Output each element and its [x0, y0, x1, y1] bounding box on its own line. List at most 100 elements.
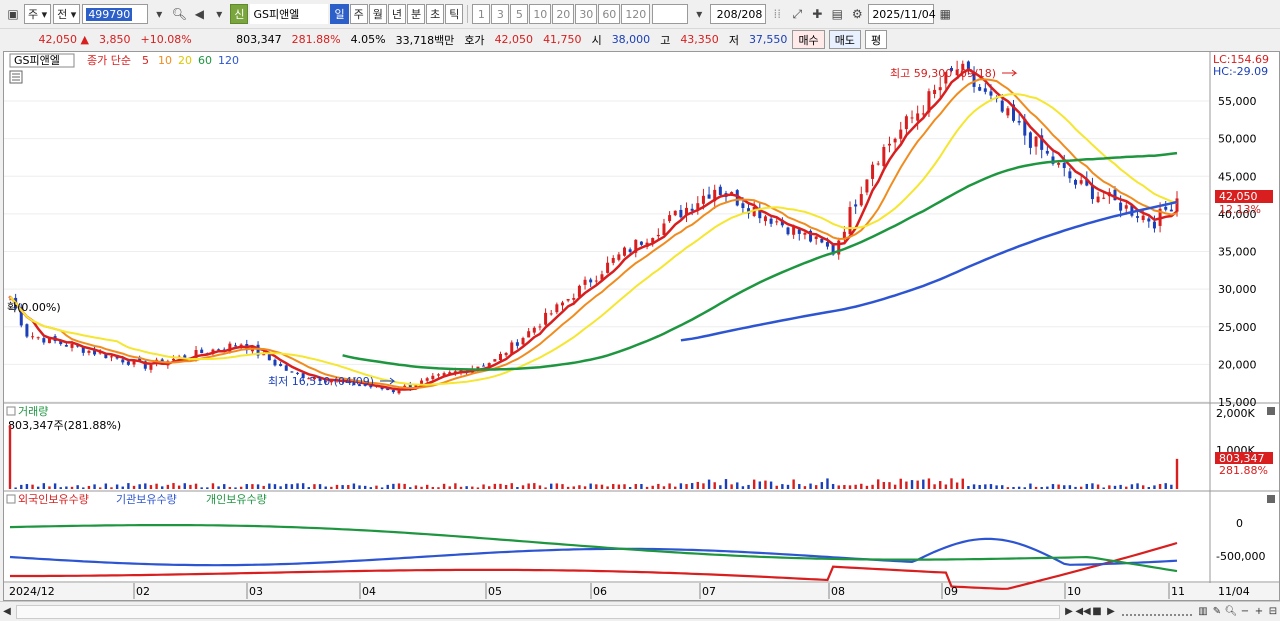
candle-body	[1141, 215, 1145, 220]
volume-bar	[70, 486, 74, 489]
zoom-icon[interactable]: 🔍︎	[1224, 604, 1238, 620]
dots-icon[interactable]: ⁞⁞	[768, 4, 786, 24]
low-label: 저	[728, 33, 739, 47]
timeframe-tab-5[interactable]: 초	[426, 4, 445, 24]
interval-buttons: 1 3 5 10 20 30 60 120	[472, 4, 651, 24]
timeframe-tab-0[interactable]: 일	[330, 4, 349, 24]
volume-bar	[1158, 484, 1162, 489]
count-field[interactable]: 208/208	[710, 4, 767, 24]
volume-bar	[617, 484, 621, 489]
crosshair-icon[interactable]: ✚	[808, 4, 826, 24]
chart-area[interactable]: GS피앤엘 종가 단순 5 10 20 60 120 LC:154.69 HC:…	[3, 51, 1280, 601]
interval-btn-30[interactable]: 30	[575, 4, 598, 24]
chart-type-icon[interactable]: ▥	[1196, 604, 1210, 620]
chart-scrollbar[interactable]: ◀ ▶ ◀◀ ■ ▶ ▥ ✎ 🔍︎ − + ⊟	[0, 601, 1280, 621]
volume-bar	[25, 484, 29, 489]
candle-body	[521, 338, 525, 345]
minus-icon[interactable]: −	[1238, 604, 1252, 620]
x-axis-label: 05	[488, 585, 502, 598]
period-select[interactable]: 주 ▾	[24, 4, 52, 24]
volume-bar	[448, 486, 451, 489]
save-icon[interactable]: ▤	[828, 4, 846, 24]
timeframe-tab-3[interactable]: 년	[387, 4, 406, 24]
volume-bar	[916, 480, 919, 489]
volume-bar	[127, 483, 130, 489]
interval-btn-1[interactable]: 1	[472, 4, 491, 24]
volume-bar	[459, 486, 463, 489]
pen-icon[interactable]: ✎	[1210, 604, 1224, 620]
zoom-slider[interactable]	[1122, 608, 1192, 616]
volume-bar	[476, 487, 480, 489]
volume-bar	[1096, 484, 1100, 489]
stock-code-input[interactable]: 499790	[82, 4, 149, 24]
timeframe-tab-1[interactable]: 주	[349, 4, 368, 24]
search-icon[interactable]: 🔍︎	[170, 4, 188, 24]
candle-body	[1074, 179, 1078, 185]
gear-icon[interactable]: ⚙	[848, 4, 866, 24]
market-select[interactable]: 전 ▾	[53, 4, 81, 24]
date-field[interactable]: 2025/11/04	[868, 4, 936, 24]
stock-name-field[interactable]: GS피앤엘	[250, 4, 329, 24]
dropdown-arrow-icon[interactable]: ▾	[150, 4, 168, 24]
sell-button[interactable]: 매도	[828, 30, 861, 49]
volume-bar	[1091, 483, 1094, 489]
interval-custom-input[interactable]	[652, 4, 689, 24]
collapse-icon[interactable]: ⊟	[1266, 604, 1280, 620]
calendar-icon[interactable]: ▦	[936, 4, 954, 24]
volume-bar	[363, 485, 367, 489]
volume-bar	[679, 483, 683, 489]
volume-bar	[538, 485, 542, 489]
window-icon[interactable]: ▣	[4, 4, 22, 24]
volume-bar	[899, 478, 902, 489]
candle-body	[36, 337, 40, 339]
volume-bar	[645, 486, 649, 489]
candle-body	[662, 223, 666, 235]
interval-btn-5[interactable]: 5	[510, 4, 529, 24]
timeframe-tab-6[interactable]: 틱	[445, 4, 464, 24]
volume-bar	[612, 484, 615, 489]
buy-button[interactable]: 매수	[792, 30, 825, 49]
candle-body	[707, 194, 711, 199]
volume-bar	[561, 484, 564, 489]
plus-icon[interactable]: +	[1252, 604, 1266, 620]
x-axis-label: 02	[136, 585, 150, 598]
ask-price: 42,050	[494, 33, 534, 46]
speaker-icon[interactable]: ◀︎	[190, 4, 208, 24]
volume-bar	[318, 484, 322, 489]
volume-bar	[944, 484, 948, 489]
scroll-track[interactable]	[16, 604, 1060, 619]
interval-btn-60[interactable]: 60	[598, 4, 621, 24]
ma5-label: 5	[142, 54, 149, 67]
dropdown-arrow-icon-3[interactable]: ▾	[690, 4, 708, 24]
institution-holding-label: 기관보유수량	[116, 493, 177, 506]
dropdown-arrow-icon-2[interactable]: ▾	[210, 4, 228, 24]
volume-bar	[65, 486, 68, 489]
investor-close-icon[interactable]	[1267, 495, 1275, 503]
volume-bar	[814, 485, 818, 489]
expand-icon[interactable]: ⤢	[788, 4, 806, 24]
play-icon[interactable]: ▶	[1104, 604, 1118, 620]
stop-icon[interactable]: ■	[1090, 604, 1104, 620]
volume-bar	[161, 486, 164, 489]
timeframe-tab-4[interactable]: 분	[406, 4, 426, 24]
volume-bar	[589, 483, 592, 489]
volume-bar	[93, 484, 96, 489]
y-tick-label: 20,000	[1218, 358, 1257, 371]
candle-body	[865, 179, 869, 193]
interval-btn-10[interactable]: 10	[529, 4, 552, 24]
candle-body	[916, 113, 920, 121]
scroll-left-icon[interactable]: ◀	[0, 604, 14, 620]
rewind-icon[interactable]: ◀◀	[1075, 604, 1090, 620]
interval-btn-120[interactable]: 120	[621, 4, 651, 24]
volume-bar	[409, 487, 412, 489]
investor-tick-0: 0	[1236, 517, 1243, 530]
volume-close-icon[interactable]	[1267, 407, 1275, 415]
volume-bar	[268, 483, 271, 489]
scroll-right-icon[interactable]: ▶	[1062, 604, 1076, 620]
average-button[interactable]: 평	[864, 30, 888, 49]
stock-chart[interactable]: GS피앤엘 종가 단순 5 10 20 60 120 LC:154.69 HC:…	[4, 52, 1279, 600]
volume-bar	[352, 483, 356, 489]
timeframe-tab-2[interactable]: 월	[368, 4, 387, 24]
interval-btn-3[interactable]: 3	[491, 4, 510, 24]
interval-btn-20[interactable]: 20	[552, 4, 575, 24]
